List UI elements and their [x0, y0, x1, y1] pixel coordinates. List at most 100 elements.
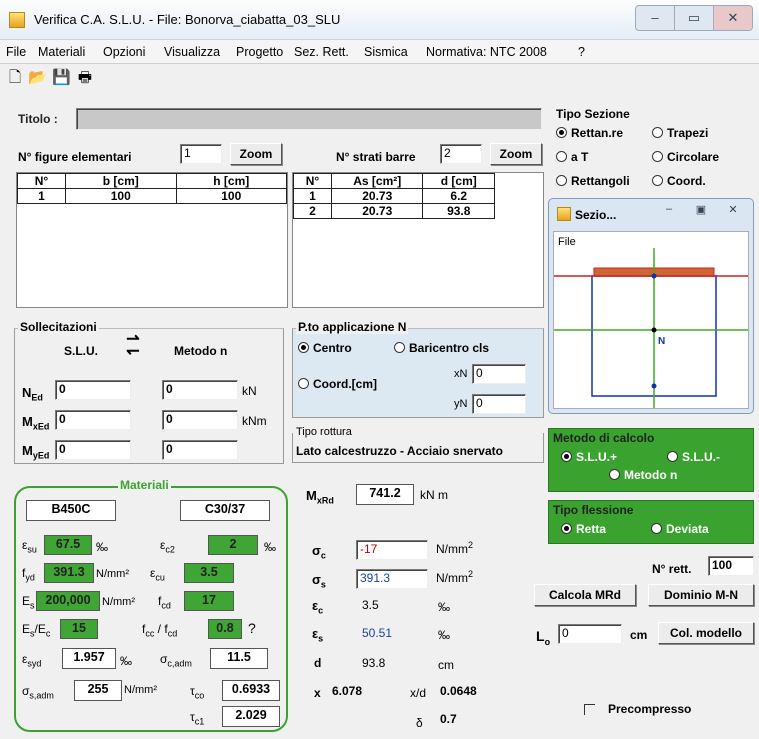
maximize-icon[interactable]: ▣	[685, 203, 717, 221]
cell[interactable]: 100	[65, 188, 177, 204]
mxed-field-2[interactable]: 0	[162, 410, 238, 430]
radio-slu-plus[interactable]: S.L.U.+	[561, 450, 617, 464]
fcd-field[interactable]: 17	[184, 591, 234, 611]
calcola-mrd-button[interactable]: Calcola MRd	[534, 584, 636, 606]
ec-value: 3.5	[362, 598, 379, 612]
fcc-fcd-field[interactable]: 0.8	[208, 619, 242, 639]
new-file-icon[interactable]: 🗋	[6, 69, 24, 87]
menu-materiali[interactable]: Materiali	[38, 45, 85, 59]
ecu-field[interactable]: 3.5	[184, 563, 234, 583]
radio-coord[interactable]: Coord.	[652, 174, 706, 188]
strati-zoom-button[interactable]: Zoom	[490, 143, 542, 165]
x-label: x	[314, 686, 321, 700]
sigs-unit: N/mm2	[436, 569, 474, 585]
radio-slu-minus[interactable]: S.L.U.-	[667, 450, 720, 464]
dominio-mn-button[interactable]: Dominio M-N	[648, 584, 754, 606]
sigc-adm-field[interactable]: 11.5	[210, 648, 268, 669]
sigc-adm-label: σc,adm	[160, 652, 192, 669]
tau-c1-field: 2.029	[222, 706, 280, 727]
radio-label: Coord.	[667, 174, 706, 188]
save-icon[interactable]: 💾	[52, 69, 71, 87]
cell[interactable]: 20.73	[330, 203, 424, 219]
xd-label: x/d	[410, 686, 427, 700]
esu-field[interactable]: 67.5	[44, 535, 92, 555]
acciaio-field[interactable]: B450C	[26, 500, 116, 521]
es-ec-field[interactable]: 15	[60, 619, 98, 639]
fyd-field[interactable]: 391.3	[44, 563, 94, 583]
menu-visualizza[interactable]: Visualizza	[164, 45, 220, 59]
table-row[interactable]: 1 20.73 6.2	[293, 188, 495, 204]
tipo-flessione-panel: Tipo flessione Retta Deviata	[548, 500, 754, 544]
myed-field-2[interactable]: 0	[162, 440, 238, 460]
swap-arrows-icon[interactable]: ⇀ ↽	[118, 332, 148, 360]
tau-co-label: τco	[190, 684, 205, 701]
l0-field[interactable]: 0	[558, 624, 622, 644]
menu-help[interactable]: ?	[578, 45, 585, 59]
ned-field-1[interactable]: 0	[55, 380, 131, 400]
es-unit: N/mm²	[102, 596, 135, 608]
maximize-icon[interactable]: ▭	[674, 6, 713, 30]
radio-coord-cm[interactable]: Coord.[cm]	[298, 377, 377, 391]
menu-file[interactable]: File	[6, 45, 26, 59]
menu-normativa[interactable]: Normativa: NTC 2008	[426, 45, 547, 59]
radio-trapezi[interactable]: Trapezi	[652, 126, 708, 140]
open-folder-icon[interactable]: 📂	[28, 69, 47, 87]
radio-metodo-n[interactable]: Metodo n	[609, 468, 677, 482]
figure-count-field[interactable]: 1	[180, 144, 222, 164]
minimize-icon[interactable]: –	[653, 203, 685, 221]
strati-count-field[interactable]: 2	[440, 144, 482, 164]
n-marker: N	[658, 336, 665, 347]
es-field[interactable]: 200,000	[36, 591, 100, 611]
titolo-field[interactable]	[76, 108, 542, 130]
cell[interactable]: 1	[17, 188, 66, 204]
cell[interactable]: 1	[293, 188, 332, 204]
radio-circolare[interactable]: Circolare	[652, 150, 719, 164]
kn-unit: kN	[242, 384, 257, 398]
sezione-window[interactable]: Sezio... – ▣ ✕ File N	[548, 198, 754, 414]
figure-zoom-button[interactable]: Zoom	[230, 143, 282, 165]
ned-field-2[interactable]: 0	[162, 380, 238, 400]
radio-centro[interactable]: Centro	[298, 341, 352, 355]
radio-label: a T	[571, 150, 589, 164]
slu-label: S.L.U.	[64, 344, 99, 358]
mxed-field-1[interactable]: 0	[55, 410, 131, 430]
col-modello-button[interactable]: Col. modello	[658, 622, 754, 644]
print-icon[interactable]: 🖶	[76, 69, 94, 87]
cell[interactable]: 93.8	[422, 203, 495, 219]
radio-on-icon	[561, 523, 572, 534]
close-icon[interactable]: ✕	[717, 203, 749, 221]
radio-a-t[interactable]: a T	[556, 150, 588, 164]
radio-rettangoli[interactable]: Rettangoli	[556, 174, 630, 188]
sigs-adm-field[interactable]: 255	[74, 680, 122, 701]
cell[interactable]: 6.2	[422, 188, 495, 204]
radio-rettanre[interactable]: Rettan.re	[556, 126, 623, 140]
close-icon[interactable]: ✕	[713, 6, 752, 30]
fcc-help-icon[interactable]: ?	[248, 620, 256, 636]
n-rett-field[interactable]: 100	[708, 556, 754, 576]
sigs-label: σs	[312, 572, 326, 590]
xn-field[interactable]: 0	[472, 364, 526, 384]
radio-deviata[interactable]: Deviata	[651, 522, 709, 536]
minimize-icon[interactable]: –	[636, 6, 674, 30]
cell[interactable]: 20.73	[330, 188, 424, 204]
myed-field-1[interactable]: 0	[55, 440, 131, 460]
yn-field[interactable]: 0	[472, 394, 526, 414]
radio-retta[interactable]: Retta	[561, 522, 606, 536]
window-controls: – ▭ ✕	[635, 5, 753, 31]
cell[interactable]: 2	[293, 203, 332, 219]
menu-sismica[interactable]: Sismica	[364, 45, 408, 59]
precompresso-checkbox[interactable]	[584, 704, 595, 715]
ec-label: εc	[312, 598, 324, 616]
cell[interactable]: 100	[175, 188, 287, 204]
radio-label: Centro	[313, 341, 352, 355]
sezione-menu-file[interactable]: File	[558, 236, 576, 248]
menu-sez-rett[interactable]: Sez. Rett.	[294, 45, 349, 59]
menu-opzioni[interactable]: Opzioni	[103, 45, 145, 59]
ec2-field[interactable]: 2	[208, 535, 258, 555]
radio-baricentro[interactable]: Baricentro cls	[394, 341, 489, 355]
table-row[interactable]: 1 100 100	[17, 188, 287, 204]
cls-field[interactable]: C30/37	[180, 500, 270, 521]
precompresso-label: Precompresso	[608, 702, 692, 716]
table-row[interactable]: 2 20.73 93.8	[293, 203, 495, 219]
menu-progetto[interactable]: Progetto	[236, 45, 283, 59]
